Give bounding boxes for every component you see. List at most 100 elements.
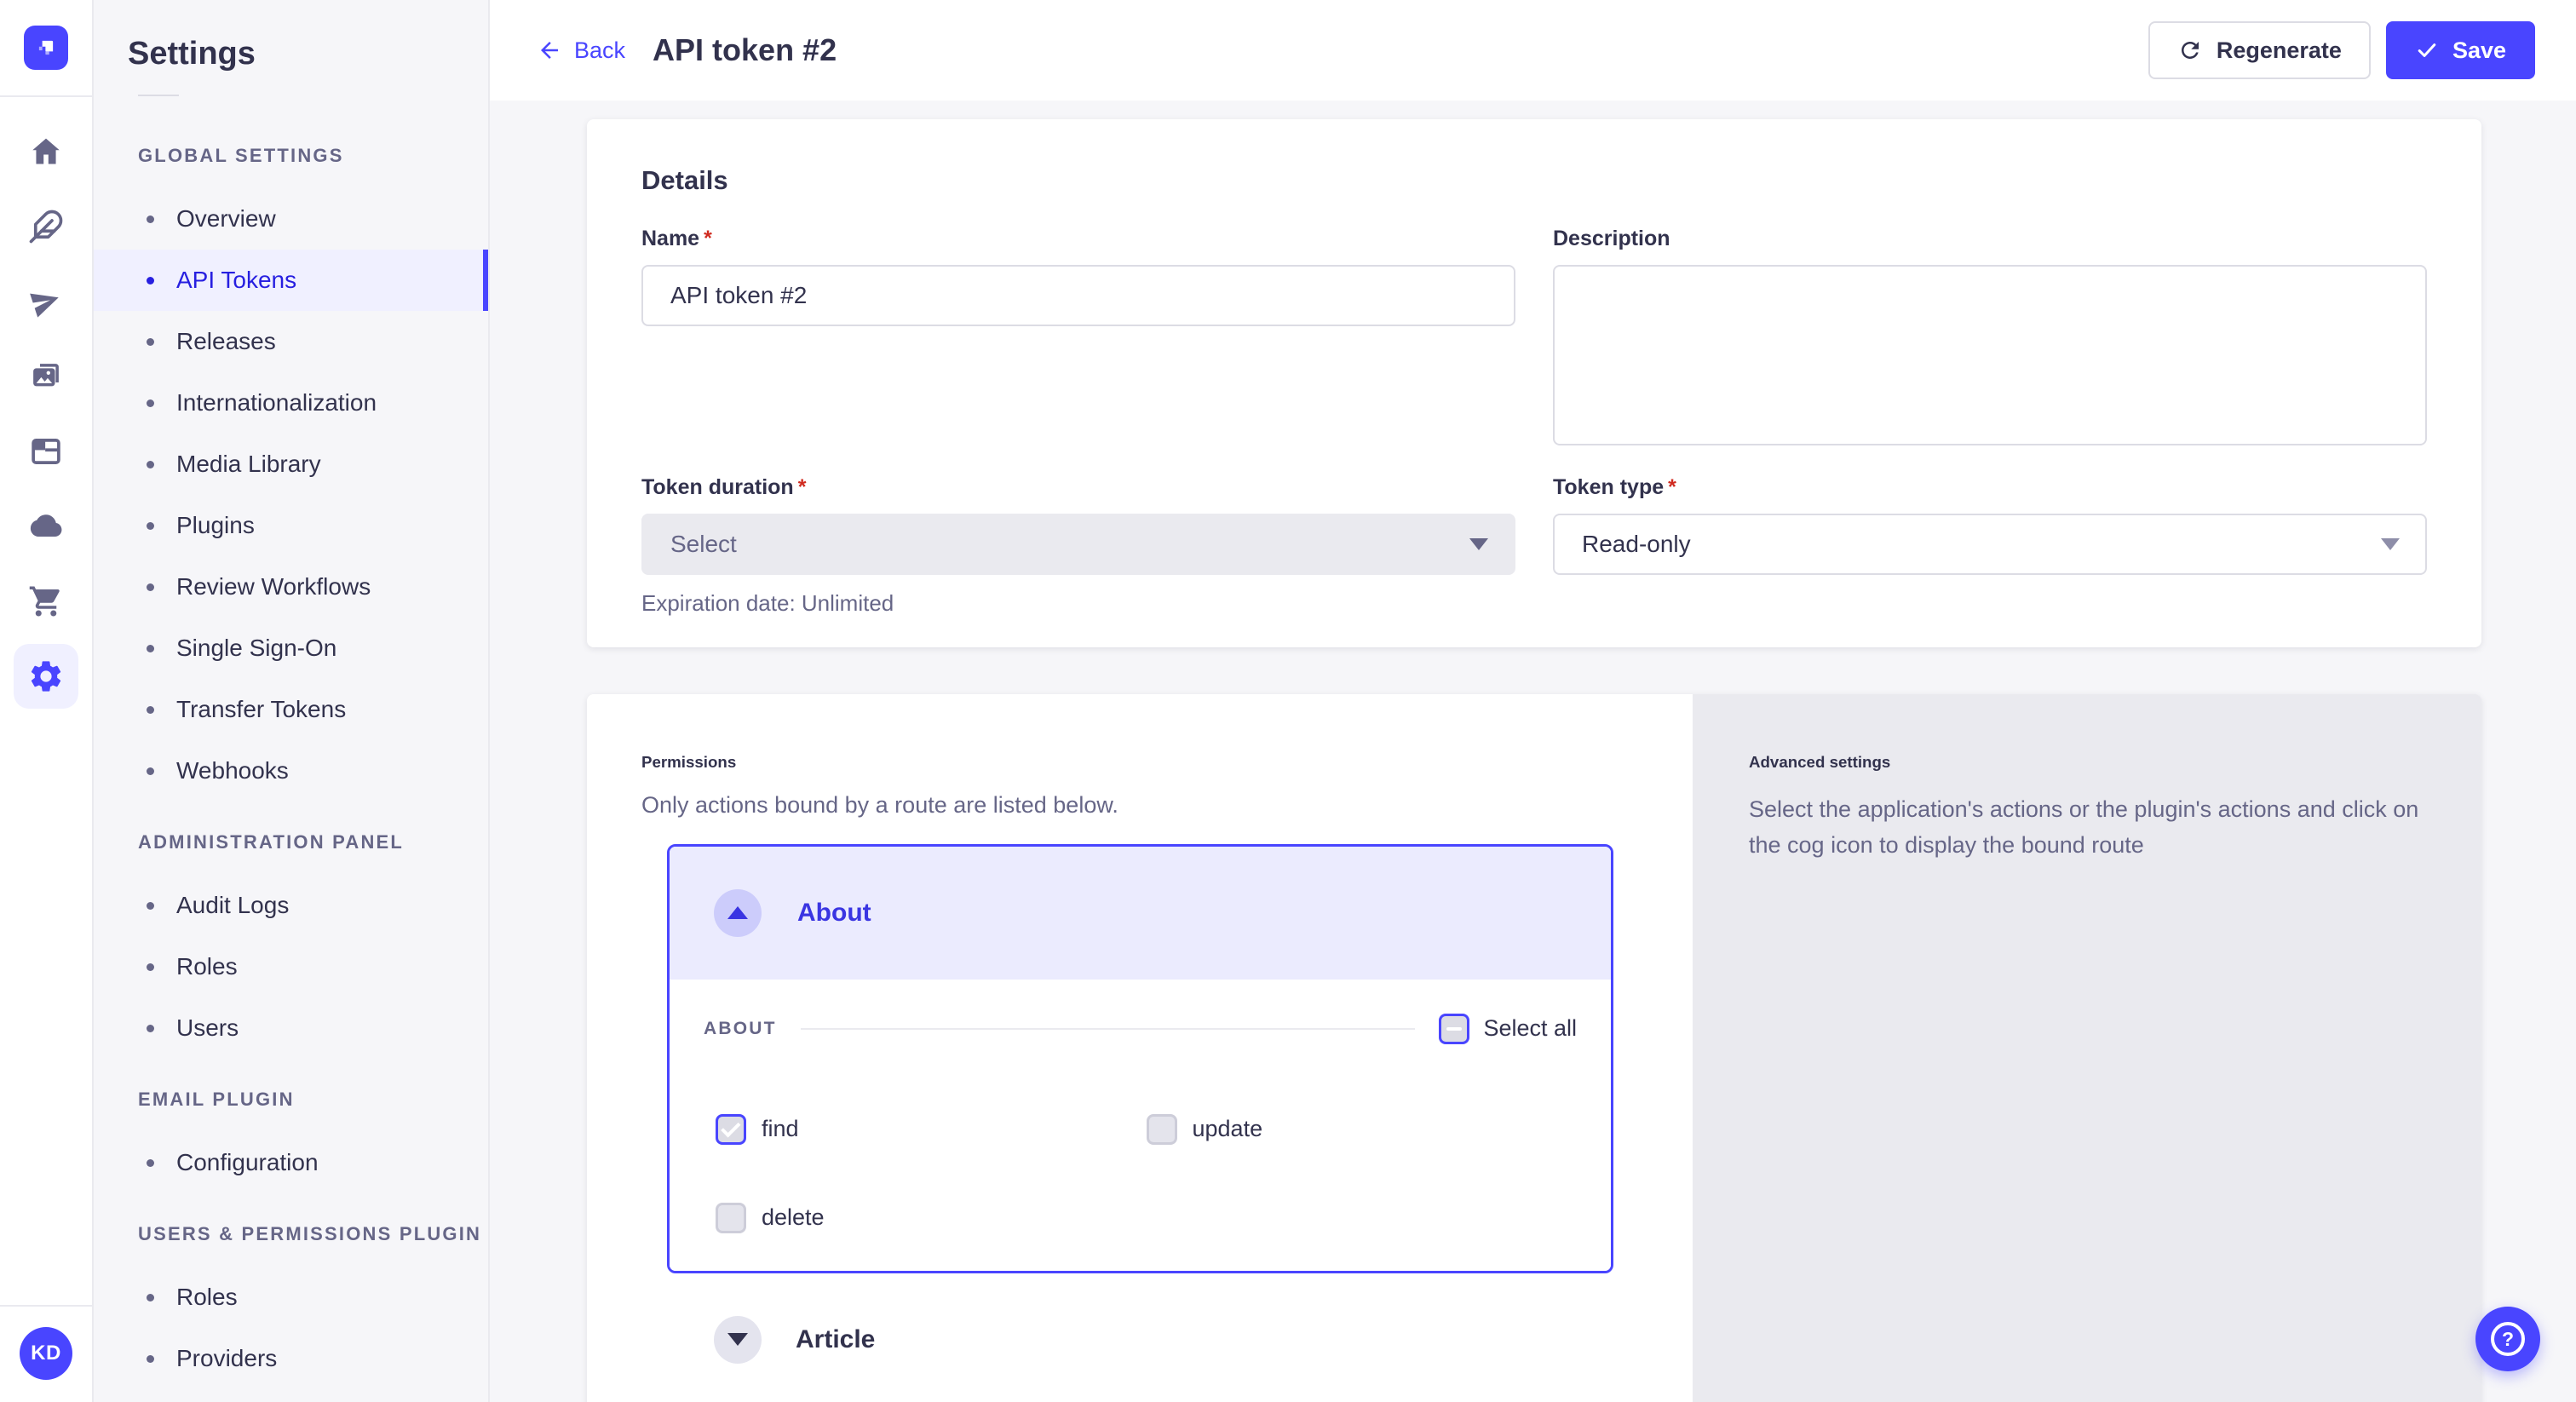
page-title: API token #2 xyxy=(653,32,837,68)
bullet-dot xyxy=(147,399,154,407)
sidebar-item-roles[interactable]: Roles xyxy=(94,1267,488,1328)
permissions-subtitle: Only actions bound by a route are listed… xyxy=(641,792,1638,819)
sidebar-item-roles[interactable]: Roles xyxy=(94,936,488,997)
app: KD Settings GLOBAL SETTINGS Overview API T… xyxy=(0,0,2576,1402)
sidebar-item-label: Configuration xyxy=(176,1149,319,1176)
sidebar-item-api-tokens[interactable]: API Tokens xyxy=(94,250,488,311)
sidebar-item-label: Internationalization xyxy=(176,389,377,417)
page-content: Details Name* Description xyxy=(490,101,2576,1402)
sidebar-item-label: Review Workflows xyxy=(176,573,371,600)
chevron-up-icon xyxy=(727,906,748,919)
sidebar-item-label: Audit Logs xyxy=(176,892,289,919)
about-accordion-body: ABOUT Select all find update delete xyxy=(670,980,1611,1271)
media-library-icon[interactable] xyxy=(27,358,65,395)
chevron-down-icon xyxy=(727,1333,748,1346)
checkbox-find[interactable] xyxy=(716,1114,746,1145)
nav-section-label: USERS & PERMISSIONS PLUGIN xyxy=(94,1202,488,1267)
select-all-control[interactable]: Select all xyxy=(1439,1014,1577,1044)
sidebar-item-providers[interactable]: Providers xyxy=(94,1328,488,1389)
bullet-dot xyxy=(147,338,154,346)
layout-icon[interactable] xyxy=(27,433,65,470)
article-accordion-header[interactable]: Article xyxy=(667,1273,1613,1402)
sidebar-item-audit-logs[interactable]: Audit Logs xyxy=(94,875,488,936)
sidebar-item-transfer-tokens[interactable]: Transfer Tokens xyxy=(94,679,488,740)
permission-item-update[interactable]: update xyxy=(1147,1100,1578,1158)
checkbox-delete[interactable] xyxy=(716,1203,746,1233)
rail-divider xyxy=(0,95,93,97)
page-header: Back API token #2 Regenerate Save xyxy=(490,0,2576,101)
permission-item-find[interactable]: find xyxy=(716,1100,1147,1158)
paper-plane-icon[interactable] xyxy=(27,283,65,320)
avatar[interactable]: KD xyxy=(20,1327,72,1380)
save-button[interactable]: Save xyxy=(2386,21,2535,79)
sidebar-item-label: Single Sign-On xyxy=(176,635,336,662)
home-icon[interactable] xyxy=(27,133,65,170)
nav-section-label: ADMINISTRATION PANEL xyxy=(94,810,488,875)
sidebar-item-label: Overview xyxy=(176,205,276,233)
bullet-dot xyxy=(147,1294,154,1301)
bullet-dot xyxy=(147,461,154,468)
back-label: Back xyxy=(574,37,625,64)
collapse-toggle-button[interactable] xyxy=(714,889,762,937)
sidebar-item-label: Releases xyxy=(176,328,276,355)
token-type-select[interactable]: Read-only xyxy=(1553,514,2427,575)
sidebar-item-label: Media Library xyxy=(176,451,321,478)
feather-icon[interactable] xyxy=(27,208,65,245)
checkbox-label: update xyxy=(1193,1116,1263,1142)
permissions-section: Permissions Only actions bound by a rout… xyxy=(587,694,2481,1402)
article-accordion-title: Article xyxy=(796,1325,875,1354)
sidebar-item-label: Users xyxy=(176,1014,239,1042)
details-card: Details Name* Description xyxy=(587,119,2481,647)
rail-bottom: KD xyxy=(0,1305,92,1402)
sidebar-item-releases[interactable]: Releases xyxy=(94,311,488,372)
token-type-field-group: Token type* Read-only xyxy=(1553,475,2427,575)
sidebar-item-label: Plugins xyxy=(176,512,255,539)
regenerate-button[interactable]: Regenerate xyxy=(2148,21,2371,79)
about-group-row: ABOUT Select all xyxy=(704,1014,1577,1044)
bullet-dot xyxy=(147,963,154,971)
strapi-logo[interactable] xyxy=(24,26,68,70)
about-accordion-title: About xyxy=(797,899,871,928)
rail-icons xyxy=(14,133,78,695)
name-field-group: Name* xyxy=(641,227,1515,326)
sidebar-item-plugins[interactable]: Plugins xyxy=(94,495,488,556)
sidebar-item-overview[interactable]: Overview xyxy=(94,188,488,250)
regenerate-label: Regenerate xyxy=(2217,37,2342,64)
cart-icon[interactable] xyxy=(27,583,65,620)
checkbox-update[interactable] xyxy=(1147,1114,1177,1145)
description-input[interactable] xyxy=(1553,265,2427,445)
advanced-settings-panel: Advanced settings Select the application… xyxy=(1693,694,2481,1402)
refresh-icon xyxy=(2177,37,2203,63)
sidebar-item-label: Roles xyxy=(176,953,238,980)
expiration-helper-text: Expiration date: Unlimited xyxy=(641,590,1515,617)
token-duration-select[interactable]: Select xyxy=(641,514,1515,575)
help-button[interactable]: ? xyxy=(2475,1307,2540,1371)
sidebar-item-label: Providers xyxy=(176,1345,277,1372)
back-link[interactable]: Back xyxy=(537,37,625,64)
expand-toggle-button[interactable] xyxy=(714,1316,762,1364)
sidebar-item-single-sign-on[interactable]: Single Sign-On xyxy=(94,618,488,679)
about-accordion-header[interactable]: About xyxy=(670,847,1611,980)
sidebar-item-media-library[interactable]: Media Library xyxy=(94,434,488,495)
token-type-value: Read-only xyxy=(1582,531,1691,558)
name-label: Name* xyxy=(641,227,1515,251)
sidebar-item-webhooks[interactable]: Webhooks xyxy=(94,740,488,802)
bullet-dot xyxy=(147,1159,154,1167)
nav-section-label: GLOBAL SETTINGS xyxy=(94,124,488,188)
bullet-dot xyxy=(147,706,154,714)
chevron-down-icon xyxy=(2381,538,2400,550)
permission-item-delete[interactable]: delete xyxy=(716,1189,1147,1247)
sidebar-item-review-workflows[interactable]: Review Workflows xyxy=(94,556,488,618)
sidebar-item-configuration[interactable]: Configuration xyxy=(94,1132,488,1193)
name-input[interactable] xyxy=(641,265,1515,326)
group-divider xyxy=(801,1028,1416,1030)
select-all-checkbox[interactable] xyxy=(1439,1014,1469,1044)
sidebar-item-users[interactable]: Users xyxy=(94,997,488,1059)
advanced-settings-description: Select the application's actions or the … xyxy=(1749,792,2427,864)
sidebar-item-internationalization[interactable]: Internationalization xyxy=(94,372,488,434)
about-accordion: About ABOUT Select all fin xyxy=(667,844,1613,1273)
sidebar-title: Settings xyxy=(128,36,488,72)
settings-nav-active[interactable] xyxy=(14,644,78,709)
main-nav-rail: KD xyxy=(0,0,94,1402)
cloud-icon[interactable] xyxy=(27,508,65,545)
